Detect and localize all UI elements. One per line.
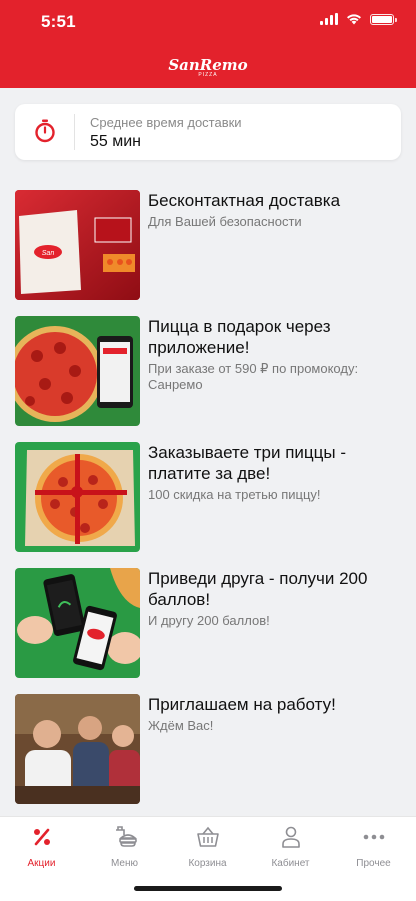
- app-header: 5:51 SanRemo PIZZA: [0, 0, 416, 88]
- tab-cart[interactable]: Корзина: [166, 825, 249, 869]
- food-menu-icon: [83, 825, 166, 849]
- promo-title: Бесконтактная доставка: [148, 191, 341, 210]
- delivery-divider: [74, 114, 75, 150]
- tab-label: Меню: [110, 858, 139, 869]
- tab-label: Корзина: [188, 858, 227, 869]
- promo-item[interactable]: Пицца в подарок через приложение! При за…: [15, 316, 405, 426]
- promo-item[interactable]: San Бесконтактная доставка Для Вашей без…: [15, 190, 405, 300]
- logo-subtext: PIZZA: [198, 72, 218, 78]
- promo-subtitle: При заказе от 590 ₽ по промокоду: Санрем…: [148, 361, 359, 392]
- battery-icon: [370, 13, 397, 25]
- stopwatch-icon: [35, 119, 55, 143]
- percent-icon: [0, 825, 83, 849]
- user-icon: [249, 825, 332, 849]
- promo-item[interactable]: Приведи друга - получи 200 баллов! И дру…: [15, 568, 405, 678]
- promo-title: Приглашаем на работу!: [148, 695, 336, 714]
- tab-account[interactable]: Кабинет: [249, 825, 332, 869]
- brand-logo: SanRemo PIZZA: [0, 56, 416, 78]
- promo-image-jobs: [15, 694, 140, 804]
- promo-subtitle: Ждём Вас!: [148, 718, 214, 733]
- more-dots-icon: [332, 825, 415, 849]
- promo-image-contactless: San: [15, 190, 140, 300]
- tab-label: Кабинет: [271, 858, 310, 869]
- tab-label: Прочее: [356, 858, 391, 869]
- signal-icon: [320, 13, 338, 25]
- delivery-time-card: Среднее время доставки 55 мин: [15, 104, 401, 160]
- promo-image-three-pizzas: [15, 442, 140, 552]
- tab-promotions[interactable]: Акции: [0, 825, 83, 869]
- promo-title: Приведи друга - получи 200 баллов!: [148, 569, 368, 609]
- promo-item[interactable]: Заказываете три пиццы - платите за две! …: [15, 442, 405, 552]
- promo-image-gift-pizza: [15, 316, 140, 426]
- tab-label: Акции: [27, 858, 56, 869]
- status-icons: [320, 13, 397, 25]
- promo-title: Пицца в подарок через приложение!: [148, 317, 331, 357]
- promo-title: Заказываете три пиццы - платите за две!: [148, 443, 347, 483]
- wifi-icon: [347, 14, 361, 25]
- promo-subtitle: 100 скидка на третью пиццу!: [148, 487, 321, 502]
- basket-icon: [166, 825, 249, 849]
- tab-menu[interactable]: Меню: [83, 825, 166, 869]
- home-indicator[interactable]: [134, 886, 282, 891]
- promo-subtitle: Для Вашей безопасности: [148, 214, 302, 229]
- delivery-label: Среднее время доставки: [90, 115, 242, 130]
- promo-subtitle: И другу 200 баллов!: [148, 613, 270, 628]
- delivery-value: 55 мин: [90, 133, 142, 150]
- tab-more[interactable]: Прочее: [332, 825, 415, 869]
- promo-image-refer-friend: [15, 568, 140, 678]
- status-time: 5:51: [41, 12, 76, 31]
- svg-text:San: San: [42, 250, 55, 257]
- promo-item[interactable]: Приглашаем на работу! Ждём Вас!: [15, 694, 405, 804]
